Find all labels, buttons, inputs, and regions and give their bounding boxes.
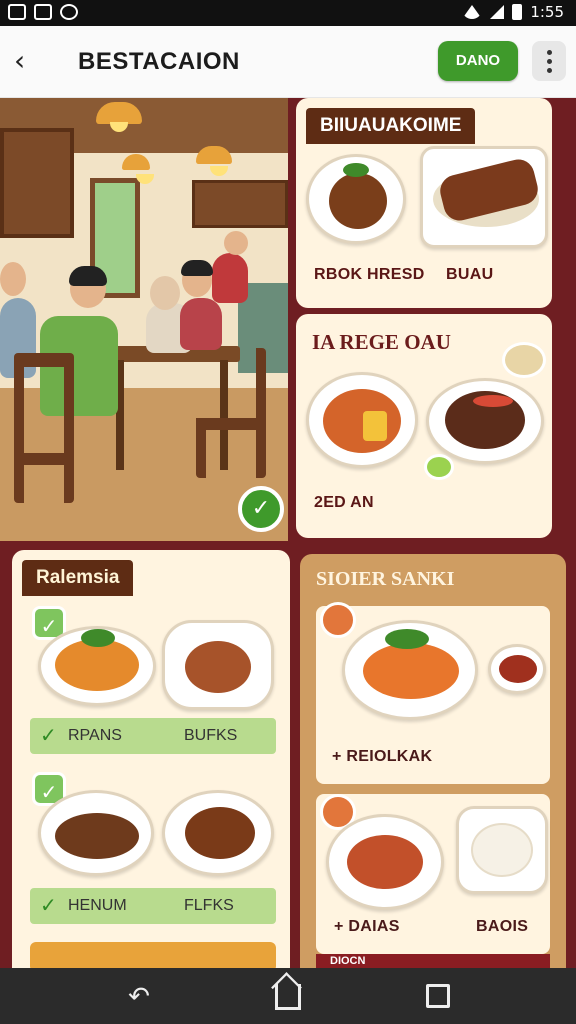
card-top-right[interactable]: BIIUAUAKOIME RBOK HRESD BUAU — [296, 98, 552, 308]
garnish — [343, 163, 369, 177]
card-title: BIIUAUAKOIME — [306, 108, 476, 144]
item-label: BUFKS — [184, 727, 238, 744]
signal-icon — [490, 5, 505, 19]
garnish — [385, 629, 429, 649]
page-title: BESTACAION — [78, 48, 240, 75]
garnish — [473, 395, 513, 407]
dish-label: BAOIS — [476, 918, 529, 935]
status-time: 1:55 — [530, 3, 564, 21]
diner-hair — [181, 260, 213, 276]
card-middle-right[interactable]: IA REGE OAU 2ED AN — [296, 314, 552, 538]
nav-home-icon[interactable] — [275, 984, 301, 1010]
food — [185, 641, 251, 693]
item-row[interactable]: ✓ HENUM FLFKS — [30, 888, 276, 924]
system-nav-bar: ↶ — [0, 968, 576, 1024]
chair — [14, 353, 74, 503]
menu-board — [0, 128, 74, 238]
card-title: IA REGE OAU — [312, 330, 451, 354]
back-arrow-icon[interactable]: ‹ — [14, 46, 44, 76]
food — [185, 807, 255, 859]
staff-head — [224, 231, 248, 255]
notification-icon — [8, 4, 26, 20]
chair — [196, 348, 266, 478]
item-label: RPANS — [68, 727, 122, 744]
food-plate — [162, 790, 274, 876]
food-plate — [306, 154, 406, 244]
status-bar: 1:55 — [0, 0, 576, 26]
food-plate — [456, 806, 548, 894]
dish-label: RBOK HRESD — [314, 266, 425, 283]
food — [329, 173, 387, 229]
rice — [471, 823, 533, 877]
food — [55, 813, 139, 859]
more-vert-icon[interactable] — [532, 41, 566, 81]
status-icons-right: 1:55 — [462, 3, 564, 21]
garnish — [81, 629, 115, 647]
nav-recent-icon[interactable] — [426, 984, 450, 1008]
food — [323, 389, 401, 453]
card-bottom-left[interactable]: Ralemsia ✓ ✓ RPANS BUFKS ✓ ✓ HENUM FLFKS — [12, 550, 290, 968]
main-content: ✓ BIIUAUAKOIME RBOK HRESD BUAU IA REGE O… — [0, 98, 576, 968]
dish-panel[interactable]: + REIOLKAK — [316, 602, 550, 784]
check-icon: ✓ — [40, 723, 57, 747]
card-title: Ralemsia — [22, 560, 134, 596]
diner-head — [0, 262, 26, 296]
side-bowl — [502, 342, 546, 378]
food-plate — [488, 644, 546, 694]
dish-label: + DAIAS — [334, 918, 400, 935]
lamp-icon — [96, 102, 142, 132]
sync-icon — [60, 4, 78, 20]
food — [363, 643, 459, 699]
card-bottom-right[interactable]: SIOIER SANKI + REIOLKAK + DAIAS BAOIS DI… — [300, 554, 566, 968]
item-label: FLFKS — [184, 897, 234, 914]
item-row-partial[interactable] — [30, 942, 276, 968]
app-bar: ‹ BESTACAION DANO — [0, 26, 576, 98]
status-icons-left — [8, 4, 78, 20]
battery-icon — [512, 4, 523, 20]
menu-button[interactable]: DANO — [438, 41, 518, 81]
dish-panel[interactable]: + DAIAS BAOIS — [316, 794, 550, 954]
staff-figure — [212, 253, 248, 303]
dish-label: 2ED AN — [314, 494, 374, 511]
side-bowl — [424, 454, 454, 480]
card-title: SIOIER SANKI — [316, 568, 455, 590]
menu-board-right — [192, 180, 288, 228]
diner-hair — [69, 266, 107, 286]
tag-icon — [320, 602, 356, 638]
sauce — [499, 655, 537, 683]
diner-red — [180, 298, 222, 350]
nav-back-icon[interactable]: ↶ — [124, 982, 154, 1012]
lamp-icon — [122, 154, 154, 184]
food-plate — [420, 146, 548, 248]
food-plate — [426, 378, 544, 464]
item-row[interactable]: ✓ RPANS BUFKS — [30, 718, 276, 754]
food-plate — [306, 372, 418, 468]
restaurant-illustration: ✓ — [0, 98, 288, 541]
dish-label: BUAU — [446, 266, 494, 283]
image-notification-icon — [34, 4, 52, 20]
wifi-icon — [462, 5, 483, 19]
food-plate — [342, 620, 478, 720]
food-plate — [162, 620, 274, 710]
diner-head — [150, 276, 180, 310]
card-footer: DIOCN — [316, 954, 550, 968]
check-icon: ✓ — [40, 893, 57, 917]
food-plate — [38, 790, 154, 876]
check-icon[interactable]: ✓ — [238, 486, 284, 532]
food-plate — [326, 814, 444, 910]
food — [363, 411, 387, 441]
item-label: HENUM — [68, 897, 127, 914]
dish-label: + REIOLKAK — [332, 748, 433, 765]
food-plate — [38, 626, 156, 706]
food — [347, 835, 423, 889]
